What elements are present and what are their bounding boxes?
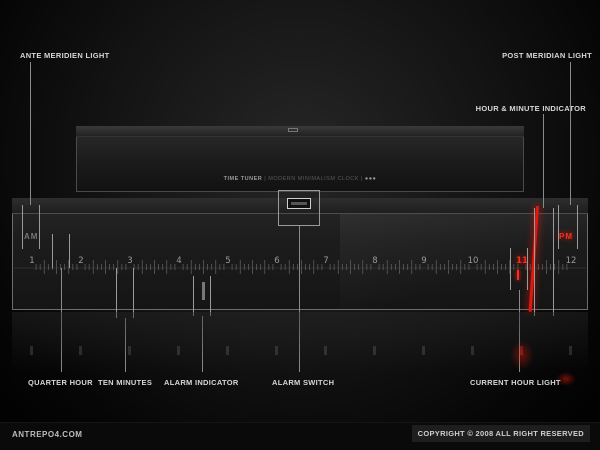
reflection-mark [569, 346, 572, 355]
reflection-mark [79, 346, 82, 355]
callout-alarm-switch: ALARM SWITCH [272, 378, 335, 387]
ten-minutes-bracket [116, 268, 134, 318]
reflection-mark [128, 346, 131, 355]
hour-number-12: 12 [565, 256, 577, 266]
callout-ante-meridien-light: ANTE MERIDIEN LIGHT [20, 51, 110, 60]
tuner-title-line: TIME TUNER | MODERN MINIMALISM CLOCK | ●… [223, 176, 377, 182]
leader-am [30, 62, 31, 205]
hour-number-4: 4 [176, 256, 182, 266]
tuner-title: TIME TUNER [223, 176, 263, 182]
leader-needle [543, 114, 544, 208]
hour-number-7: 7 [323, 256, 329, 266]
reflection-glow [510, 340, 534, 370]
reflection-mark [324, 346, 327, 355]
alarm-switch-knob[interactable] [291, 202, 307, 205]
callout-quarter-hour: QUARTER HOUR [28, 378, 93, 387]
tuner-dots-icon: ●●● [364, 176, 377, 182]
reflection-mark [373, 346, 376, 355]
hour-number-6: 6 [274, 256, 280, 266]
reflection-mark [275, 346, 278, 355]
hour-number-2: 2 [78, 256, 84, 266]
clock-stage: ANTE MERIDIEN LIGHT POST MERIDIAN LIGHT … [0, 0, 600, 450]
copyright-badge: COPYRIGHT © 2008 ALL RIGHT RESERVED [411, 425, 590, 442]
callout-post-meridian-light: POST MERIDIAN LIGHT [502, 51, 592, 60]
quarter-hour-bracket [52, 234, 70, 268]
back-panel-top [76, 126, 524, 137]
pm-light-bracket [558, 205, 578, 249]
leader-pm [570, 62, 571, 205]
alarm-indicator-bracket [193, 276, 211, 316]
reflection-mark [471, 346, 474, 355]
hour-number-8: 8 [372, 256, 378, 266]
tuner-subtitle: MODERN MINIMALISM CLOCK [268, 176, 359, 182]
current-hour-bracket [510, 248, 528, 290]
reflection-mark [30, 346, 33, 355]
hour-number-10: 10 [467, 256, 479, 266]
site-link[interactable]: ANTREPO4.COM [12, 430, 82, 439]
callout-current-hour-light: CURRENT HOUR LIGHT [470, 378, 561, 387]
callout-alarm-indicator: ALARM INDICATOR [164, 378, 239, 387]
back-panel-notch [288, 128, 298, 132]
hour-number-9: 9 [421, 256, 427, 266]
hour-number-3: 3 [127, 256, 133, 266]
callout-ten-minutes: TEN MINUTES [98, 378, 153, 387]
needle-bracket [534, 208, 554, 316]
am-light-bracket [22, 205, 40, 249]
reflection-mark [226, 346, 229, 355]
reflection-mark [422, 346, 425, 355]
hour-number-1: 1 [29, 256, 35, 266]
hour-number-5: 5 [225, 256, 231, 266]
reflection-mark [177, 346, 180, 355]
